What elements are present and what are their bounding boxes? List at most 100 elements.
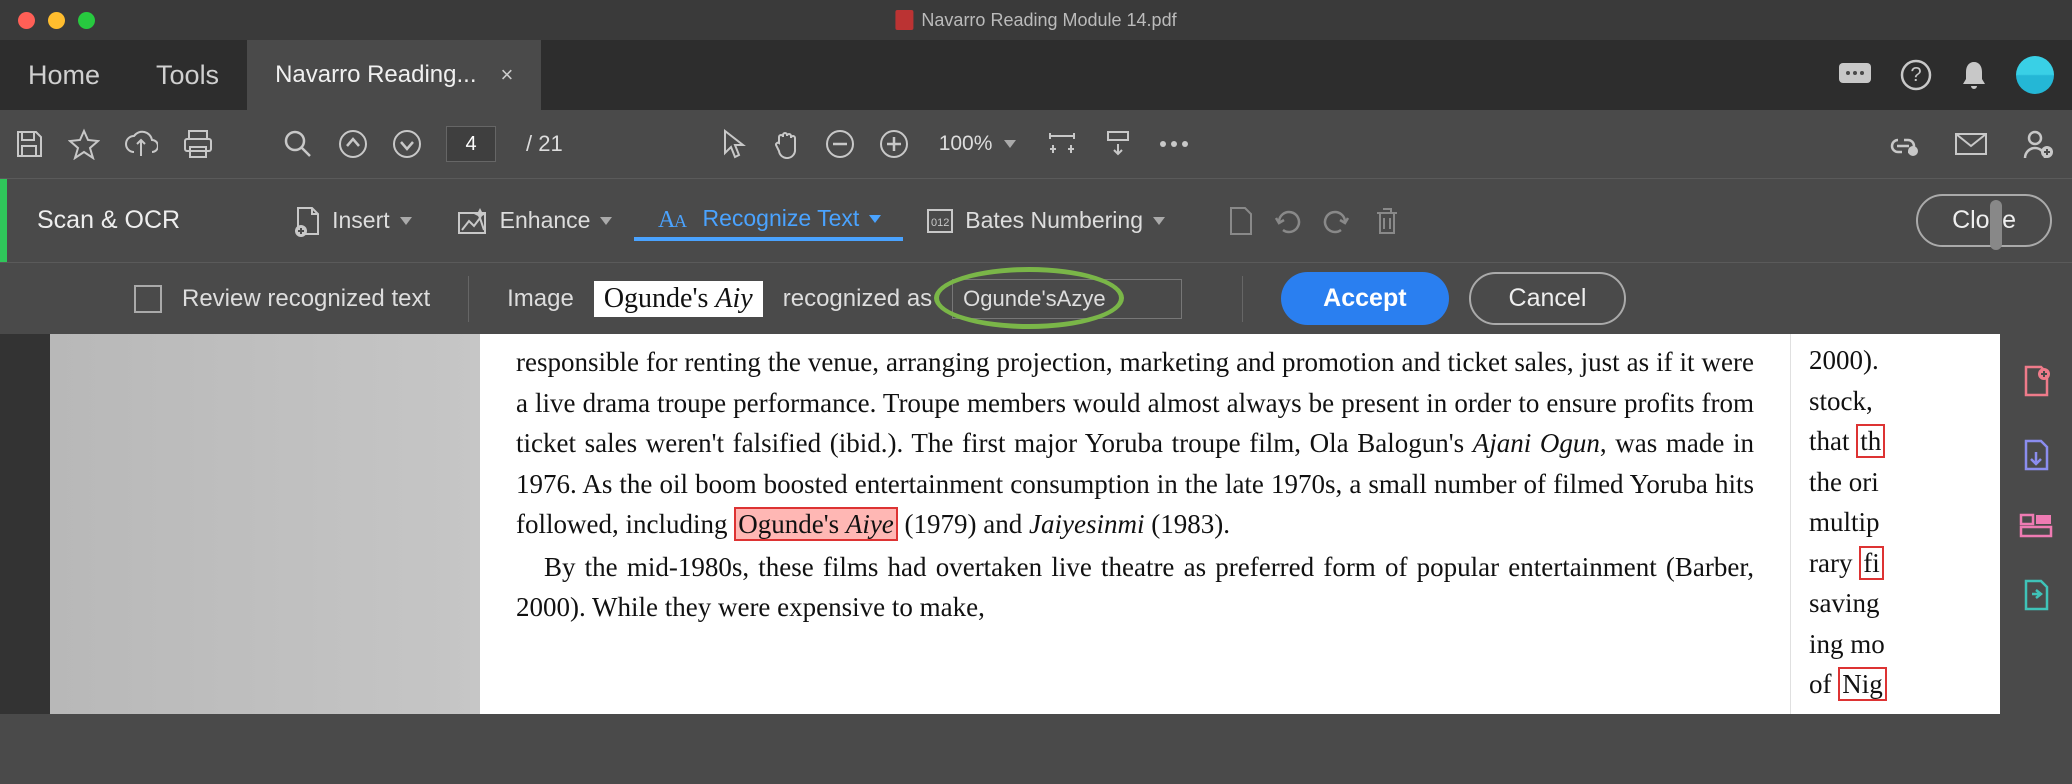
create-pdf-icon[interactable] [2021,364,2051,398]
help-icon[interactable]: ? [1900,59,1932,91]
fullscreen-window-button[interactable] [78,12,95,29]
bates-numbering-menu[interactable]: 012 Bates Numbering [903,206,1187,236]
cloud-upload-icon[interactable] [124,130,158,158]
italic-text: Jaiyesinmi [1029,509,1144,539]
review-bar: Review recognized text Image Ogunde's Ai… [0,262,2072,334]
redo-icon[interactable] [1321,206,1351,236]
email-icon[interactable] [1954,131,1988,157]
bates-icon: 012 [925,206,955,236]
trash-icon[interactable] [1373,205,1401,237]
page-margin [50,334,480,714]
insert-label: Insert [332,207,390,234]
review-checkbox-label: Review recognized text [182,285,430,313]
enhance-icon [456,206,490,236]
toolbar-right [1886,128,2054,160]
pointer-tool-icon[interactable] [721,129,747,159]
bates-label: Bates Numbering [965,207,1143,234]
scan-accent [0,179,7,262]
page-number-input[interactable] [446,126,496,162]
avatar[interactable] [2016,56,2054,94]
zoom-out-icon[interactable] [825,129,855,159]
svg-text:A: A [674,211,687,231]
chevron-down-icon [869,215,881,223]
more-icon[interactable] [1158,139,1190,149]
window-title: Navarro Reading Module 14.pdf [895,10,1176,31]
bell-icon[interactable] [1960,59,1988,91]
toolbar: / 21 100% [0,110,2072,178]
hand-tool-icon[interactable] [771,129,801,159]
window-title-text: Navarro Reading Module 14.pdf [921,10,1176,31]
tab-document-label: Navarro Reading... [275,61,476,89]
body-text: By the mid-1980s, these films had overta… [516,547,1754,628]
left-rail [0,334,50,714]
chevron-down-icon [400,217,412,225]
recognize-label: Recognize Text [702,205,859,232]
svg-text:?: ? [1910,64,1921,86]
organize-pages-icon[interactable] [2019,512,2053,538]
image-snippet: Ogunde's Aiy [594,281,763,317]
close-window-button[interactable] [18,12,35,29]
enhance-label: Enhance [500,207,591,234]
recognized-text-input[interactable] [952,279,1182,319]
insert-page-icon [292,205,322,237]
chevron-down-icon [1153,217,1165,225]
document-page[interactable]: responsible for renting the venue, arran… [480,334,1790,714]
ocr-suspect-highlight[interactable]: th [1856,424,1885,458]
ocr-suspect-highlight[interactable]: Ogunde's Aiye [734,507,898,541]
divider [1242,276,1243,322]
scan-ocr-title: Scan & OCR [7,206,270,235]
undo-icon[interactable] [1273,206,1303,236]
body-text: (1979) and [898,509,1029,539]
recognized-as-label: recognized as [783,285,932,313]
link-icon[interactable] [1886,130,1920,158]
zoom-in-icon[interactable] [879,129,909,159]
italic-text: Ajani Ogun [1473,428,1600,458]
tab-close-icon[interactable]: × [501,62,514,88]
close-button[interactable]: Close [1916,194,2052,247]
tabbar: Home Tools Navarro Reading... × ? [0,40,2072,110]
save-icon[interactable] [14,129,44,159]
titlebar: Navarro Reading Module 14.pdf [0,0,2072,40]
cancel-button[interactable]: Cancel [1469,272,1627,325]
new-page-icon[interactable] [1227,205,1255,237]
divider [468,276,469,322]
search-icon[interactable] [282,128,314,160]
recognize-text-menu[interactable]: AA Recognize Text [634,205,903,241]
export-pdf-icon[interactable] [2021,438,2051,472]
ocr-suspect-highlight[interactable]: fi [1859,546,1884,580]
review-checkbox[interactable] [134,285,162,313]
combine-files-icon[interactable] [2021,578,2051,612]
ocr-suspect-highlight[interactable]: Nig [1838,667,1887,701]
enhance-menu[interactable]: Enhance [434,206,635,236]
accept-button[interactable]: Accept [1281,272,1448,325]
document-right-column: 2000). stock, that th the ori multip rar… [1790,334,2000,714]
chevron-down-icon [600,217,612,225]
speech-bubble-icon[interactable] [1838,62,1872,88]
insert-menu[interactable]: Insert [270,205,434,237]
chevron-down-icon [1004,140,1016,148]
page-total: / 21 [526,131,563,157]
zoom-value: 100% [939,132,993,156]
print-icon[interactable] [182,129,214,159]
tabbar-right: ? [1838,40,2054,110]
document-viewport: responsible for renting the venue, arran… [0,334,2072,714]
page-down-icon[interactable] [392,129,422,159]
scrollbar-thumb[interactable] [1990,200,2002,250]
tab-document-active[interactable]: Navarro Reading... × [247,40,541,110]
svg-text:012: 012 [931,217,949,229]
minimize-window-button[interactable] [48,12,65,29]
scan-ocr-bar: Scan & OCR Insert Enhance AA Recognize T… [0,178,2072,262]
pdf-file-icon [895,10,913,30]
add-person-icon[interactable] [2022,128,2054,160]
traffic-lights [0,12,95,29]
scroll-mode-icon[interactable] [1102,130,1134,158]
body-text: (1983). [1144,509,1229,539]
image-label: Image [507,285,574,313]
fit-width-icon[interactable] [1046,129,1078,159]
zoom-select[interactable]: 100% [933,132,1023,156]
star-icon[interactable] [68,128,100,160]
tab-tools[interactable]: Tools [128,40,247,110]
tab-home[interactable]: Home [0,40,128,110]
recognize-text-icon: AA [656,205,692,233]
page-up-icon[interactable] [338,129,368,159]
